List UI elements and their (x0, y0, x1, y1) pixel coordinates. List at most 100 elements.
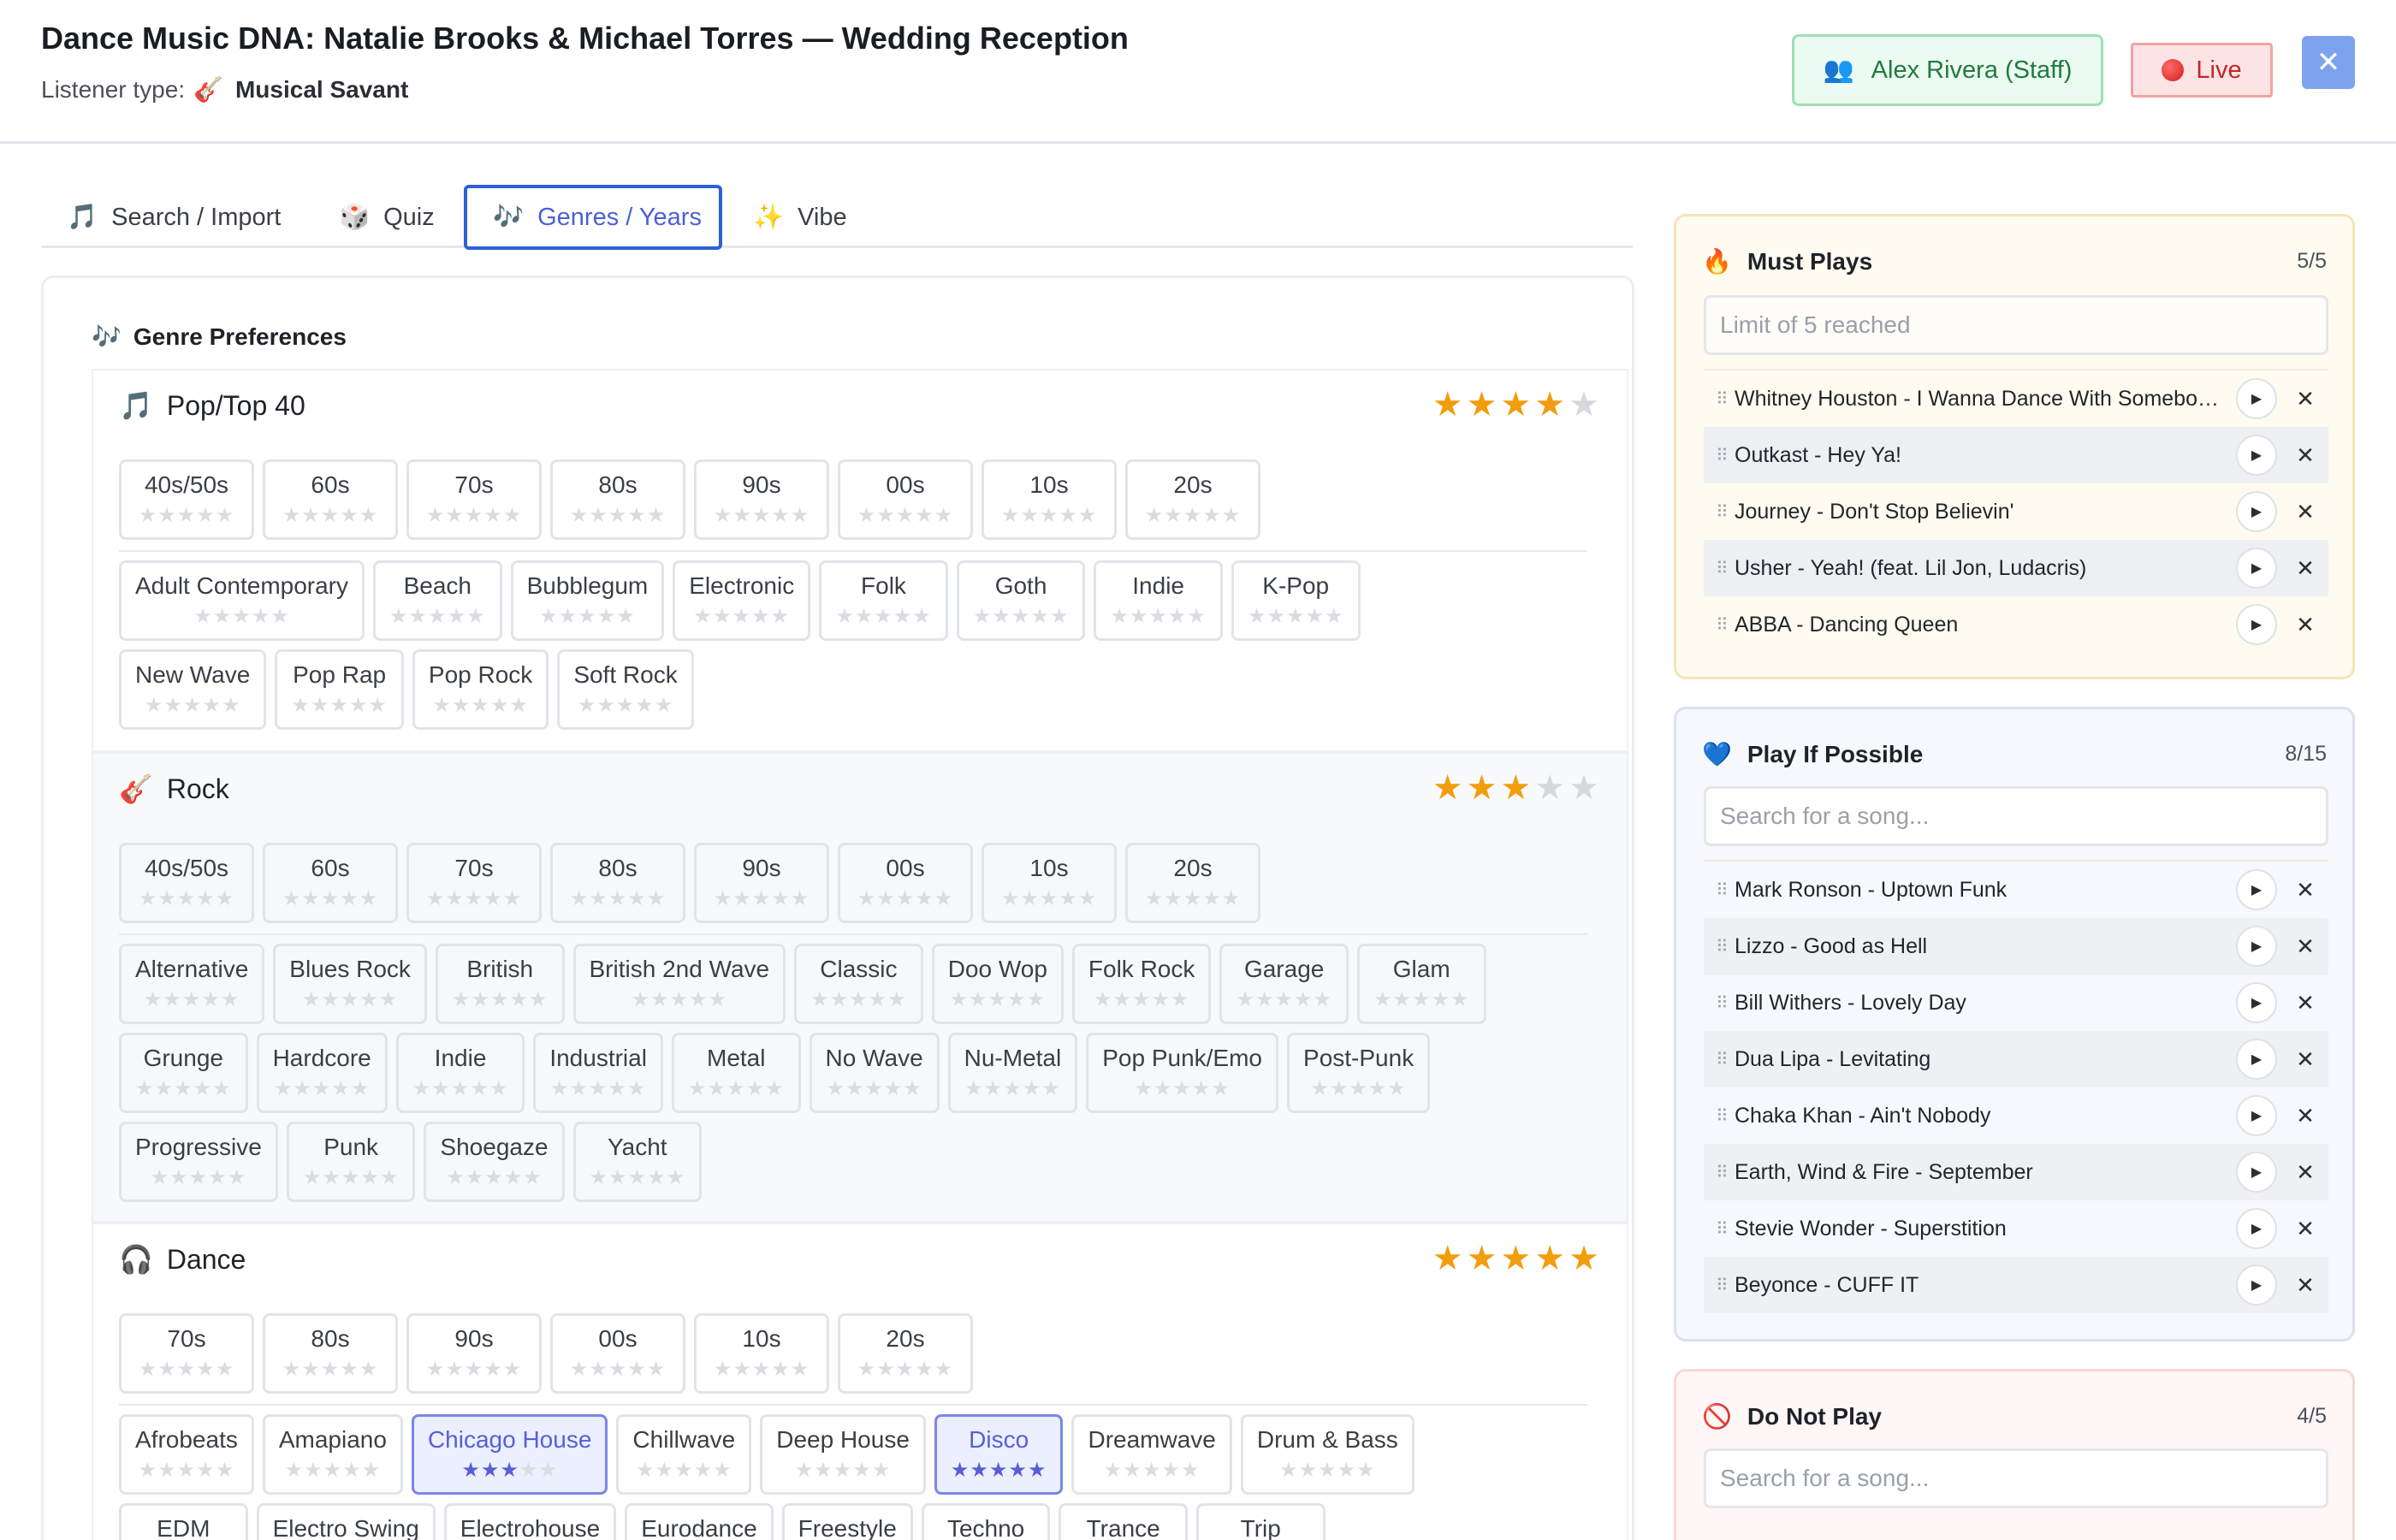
star-empty-icon[interactable]: ★ (1168, 605, 1188, 628)
star-empty-icon[interactable]: ★ (616, 694, 636, 717)
star-empty-icon[interactable]: ★ (826, 1077, 845, 1100)
star-empty-icon[interactable]: ★ (145, 694, 164, 717)
decade-chip-20s[interactable]: 20s ★★★★★ (1125, 843, 1260, 923)
star-filled-icon[interactable]: ★ (970, 1459, 989, 1482)
star-empty-icon[interactable]: ★ (915, 887, 934, 910)
decade-chip-10s[interactable]: 10s ★★★★★ (982, 843, 1117, 923)
star-filled-icon[interactable]: ★ (461, 1459, 481, 1482)
chip-rating[interactable]: ★★★★★ (426, 888, 523, 910)
star-empty-icon[interactable]: ★ (855, 605, 875, 628)
star-empty-icon[interactable]: ★ (893, 605, 913, 628)
star-empty-icon[interactable]: ★ (570, 887, 590, 910)
remove-icon[interactable]: ✕ (2294, 555, 2316, 582)
chip-rating[interactable]: ★★★★★ (714, 888, 810, 910)
star-empty-icon[interactable]: ★ (1145, 504, 1165, 527)
chip-rating[interactable]: ★★★★★ (1236, 989, 1332, 1011)
tab-vibe[interactable]: ✨ Vibe (727, 187, 873, 248)
star-empty-icon[interactable]: ★ (359, 1358, 379, 1381)
star-empty-icon[interactable]: ★ (864, 1077, 884, 1100)
decade-chip-00s[interactable]: 00s ★★★★★ (550, 1313, 685, 1394)
star-empty-icon[interactable]: ★ (503, 887, 523, 910)
star-filled-icon[interactable]: ★ (1028, 1459, 1047, 1482)
style-chip-pop-rock[interactable]: Pop Rock ★★★★★ (412, 649, 549, 730)
star-empty-icon[interactable]: ★ (282, 1358, 302, 1381)
play-button[interactable]: ▶ (2236, 378, 2277, 419)
star-empty-icon[interactable]: ★ (1192, 1077, 1212, 1100)
star-empty-icon[interactable]: ★ (984, 1077, 1004, 1100)
star-empty-icon[interactable]: ★ (1356, 1459, 1376, 1482)
chip-rating[interactable]: ★★★★★ (461, 1460, 558, 1482)
star-empty-icon[interactable]: ★ (379, 988, 399, 1011)
staff-badge[interactable]: 👥 Alex Rivera (Staff) (1792, 34, 2103, 106)
decade-chip-80s[interactable]: 80s ★★★★★ (550, 843, 685, 923)
song-item[interactable]: ⠿ Chaka Khan - Ain't Nobody ▶ ✕ (1704, 1087, 2328, 1144)
chip-rating[interactable]: ★★★★★ (291, 695, 388, 717)
drag-handle-icon[interactable]: ⠿ (1716, 1049, 1735, 1070)
style-chip-soft-rock[interactable]: Soft Rock ★★★★★ (557, 649, 694, 730)
chip-rating[interactable]: ★★★★★ (1134, 1078, 1231, 1100)
star-empty-icon[interactable]: ★ (597, 605, 617, 628)
star-empty-icon[interactable]: ★ (707, 1077, 727, 1100)
star-empty-icon[interactable]: ★ (1279, 1459, 1299, 1482)
drag-handle-icon[interactable]: ⠿ (1716, 558, 1735, 579)
star-empty-icon[interactable]: ★ (771, 504, 791, 527)
star-empty-icon[interactable]: ★ (1020, 504, 1040, 527)
star-empty-icon[interactable]: ★ (321, 988, 341, 1011)
star-empty-icon[interactable]: ★ (196, 1459, 216, 1482)
star-empty-icon[interactable]: ★ (445, 504, 465, 527)
star-empty-icon[interactable]: ★ (667, 1166, 686, 1189)
star-empty-icon[interactable]: ★ (445, 887, 465, 910)
chip-rating[interactable]: ★★★★★ (274, 1078, 371, 1100)
chip-rating[interactable]: ★★★★★ (139, 505, 235, 527)
star-empty-icon[interactable]: ★ (1059, 887, 1078, 910)
star-empty-icon[interactable]: ★ (616, 605, 636, 628)
song-item[interactable]: ⠿ Usher - Yeah! (feat. Lil Jon, Ludacris)… (1704, 540, 2328, 596)
remove-icon[interactable]: ✕ (2294, 1216, 2316, 1242)
song-item[interactable]: ⠿ Mark Ronson - Uptown Funk ▶ ✕ (1704, 862, 2328, 918)
live-badge[interactable]: Live (2131, 43, 2273, 98)
decade-chip-10s[interactable]: 10s ★★★★★ (694, 1313, 829, 1394)
star-empty-icon[interactable]: ★ (635, 694, 655, 717)
chip-rating[interactable]: ★★★★★ (539, 606, 636, 628)
star-empty-icon[interactable]: ★ (222, 694, 241, 717)
star-empty-icon[interactable]: ★ (934, 887, 954, 910)
star-empty-icon[interactable]: ★ (1132, 988, 1152, 1011)
decade-chip-70s[interactable]: 70s ★★★★★ (119, 1313, 254, 1394)
star-empty-icon[interactable]: ★ (727, 1077, 746, 1100)
star-empty-icon[interactable]: ★ (359, 988, 379, 1011)
star-empty-icon[interactable]: ★ (483, 887, 503, 910)
star-empty-icon[interactable]: ★ (151, 1166, 170, 1189)
star-empty-icon[interactable]: ★ (896, 504, 916, 527)
star-empty-icon[interactable]: ★ (670, 988, 690, 1011)
remove-icon[interactable]: ✕ (2294, 386, 2316, 412)
style-chip-british[interactable]: British ★★★★★ (435, 944, 565, 1024)
star-empty-icon[interactable]: ★ (177, 887, 197, 910)
play-button[interactable]: ▶ (2236, 1152, 2277, 1193)
star-empty-icon[interactable]: ★ (470, 1077, 489, 1100)
star-empty-icon[interactable]: ★ (301, 887, 321, 910)
decade-chip-90s[interactable]: 90s ★★★★★ (406, 1313, 542, 1394)
star-empty-icon[interactable]: ★ (589, 887, 608, 910)
style-chip-eurodance[interactable]: Eurodance★★★★★ (625, 1503, 774, 1540)
style-chip-edm[interactable]: EDM★★★★★ (119, 1503, 248, 1540)
star-empty-icon[interactable]: ★ (228, 1166, 247, 1189)
style-chip-chicago-house[interactable]: Chicago House ★★★★★ (411, 1414, 608, 1495)
star-empty-icon[interactable]: ★ (351, 1077, 371, 1100)
star-empty-icon[interactable]: ★ (1110, 605, 1130, 628)
star-empty-icon[interactable]: ★ (1299, 1459, 1319, 1482)
star-empty-icon[interactable]: ★ (302, 988, 322, 1011)
star-empty-icon[interactable]: ★ (570, 1358, 590, 1381)
star-empty-icon[interactable]: ★ (1164, 887, 1183, 910)
star-empty-icon[interactable]: ★ (193, 605, 213, 628)
star-empty-icon[interactable]: ★ (647, 1166, 667, 1189)
star-empty-icon[interactable]: ★ (876, 504, 896, 527)
star-empty-icon[interactable]: ★ (1368, 1077, 1388, 1100)
drag-handle-icon[interactable]: ⠿ (1716, 1105, 1735, 1127)
chip-rating[interactable]: ★★★★★ (636, 1460, 732, 1482)
star-empty-icon[interactable]: ★ (182, 988, 202, 1011)
star-empty-icon[interactable]: ★ (1222, 504, 1242, 527)
remove-icon[interactable]: ✕ (2294, 1272, 2316, 1299)
style-chip-shoegaze[interactable]: Shoegaze ★★★★★ (424, 1122, 565, 1202)
star-empty-icon[interactable]: ★ (746, 1077, 766, 1100)
style-chip-post-punk[interactable]: Post-Punk ★★★★★ (1287, 1033, 1431, 1113)
